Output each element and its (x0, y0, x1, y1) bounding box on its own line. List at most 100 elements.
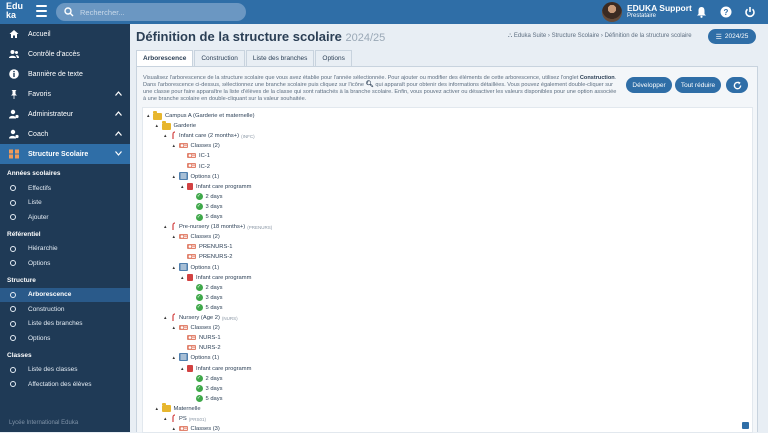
class-icon (187, 162, 196, 171)
power-icon[interactable] (744, 6, 756, 18)
year-select-button[interactable]: ☰ 2024/25 (708, 29, 756, 44)
tree-node[interactable]: ▴ Options (1) (173, 171, 219, 182)
group-referentiel: Référentiel (7, 230, 41, 238)
tree-node[interactable]: ✓ 5 days (190, 212, 223, 222)
tree-node-label: PS (179, 416, 187, 422)
tree-node[interactable]: ▴ Infant care programm (181, 364, 251, 374)
sidebar-link-liste-classes[interactable]: Liste des classes (0, 363, 130, 378)
tree-node-label: Infant care programm (196, 183, 252, 190)
sidebar-link-affectation[interactable]: Affectation des élèves (0, 377, 130, 392)
tab-construction[interactable]: Construction (194, 50, 245, 66)
intro-construction-link: Construction (579, 75, 615, 81)
sidebar-link-arborescence[interactable]: Arborescence (0, 287, 130, 302)
tree-node[interactable]: ▴ Campus A (Garderie et maternelle) (147, 110, 255, 121)
tree-node[interactable]: ▴ Classes (2) (173, 232, 220, 242)
tree-node-label: PRENURS-1 (199, 244, 233, 251)
sidebar-item-coach[interactable]: Coach (0, 124, 130, 144)
chevron-up-icon (115, 111, 122, 116)
tree-node[interactable]: ✓ 3 days (190, 384, 223, 394)
eduka-logo[interactable]: Edu ka (0, 0, 32, 24)
search-icon: 🔍︎ (365, 80, 374, 88)
svg-text:?: ? (724, 8, 729, 17)
tree-node[interactable]: ▴ PS (PRS01) (164, 414, 206, 424)
check-icon: ✓ (195, 213, 203, 221)
sidebar-item-label: Coach (28, 130, 49, 138)
tree-node[interactable]: IC-2 (181, 162, 210, 172)
help-icon[interactable]: ? (720, 6, 732, 18)
tree-node[interactable]: ▴ Infant care programm (181, 273, 251, 283)
branch-code: (PRENURS) (247, 224, 273, 230)
sidebar-link-options[interactable]: Options (0, 256, 130, 271)
list-icon: ☰ (715, 33, 722, 41)
tree-node[interactable]: ▴ Garderie (156, 120, 196, 131)
intro-part-1: Visualisez l'arborescence de la structur… (143, 75, 580, 81)
sidebar-item-structure-scolaire[interactable]: Structure Scolaire (0, 144, 130, 164)
logo-bottom: ka (6, 10, 17, 20)
expand-button[interactable]: Développer (626, 77, 672, 93)
folder-icon (153, 110, 162, 120)
tree-node[interactable]: ✓ 2 days (190, 283, 223, 293)
tree-node[interactable]: NURS-1 (181, 333, 221, 343)
sidebar-link-construction[interactable]: Construction (0, 302, 130, 317)
collapse-button[interactable]: Tout réduire (675, 77, 721, 93)
tree-node-label: 5 days (205, 214, 223, 220)
sidebar-link-effectifs[interactable]: Effectifs (0, 181, 130, 196)
sidebar-link-hierarchie[interactable]: Hiérarchie (0, 242, 130, 257)
avatar[interactable] (602, 2, 622, 22)
tree-node[interactable]: ✓ 3 days (190, 293, 223, 303)
tree-node[interactable]: IC-1 (181, 151, 210, 161)
menu-icon[interactable] (36, 5, 47, 17)
book-icon (187, 365, 193, 372)
check-icon: ✓ (195, 294, 203, 302)
branch-code: (NURS) (221, 315, 238, 321)
tree-node[interactable]: ▴ Nursery (Age 2) (NURS) (164, 313, 238, 323)
tree-node-label: NURS-2 (199, 345, 221, 352)
tree-node[interactable]: ▴ Pre-nursery (18 months+) (PRENURS) (164, 222, 272, 232)
sidebar-link-liste-branches[interactable]: Liste des branches (0, 317, 130, 332)
breadcrumb[interactable]: ⛬ Eduka Suite › Structure Scolaire › Déf… (508, 33, 692, 40)
chevron-up-icon (115, 131, 122, 136)
sidebar-item-banniere[interactable]: Bannière de texte (0, 64, 130, 84)
toggle-icon[interactable]: ▴ (156, 123, 162, 129)
bell-icon[interactable] (696, 6, 707, 18)
refresh-button[interactable] (726, 77, 748, 93)
tree-node[interactable]: ▴ Maternelle (156, 403, 201, 414)
tree-node-label: Nursery (Age 2) (179, 315, 220, 321)
tree-node[interactable]: ▴ Infant care (2 months+) (INFC) (164, 131, 255, 141)
sidebar-item-administrateur[interactable]: Administrateur (0, 104, 130, 124)
sidebar-item-controle-acces[interactable]: Contrôle d'accès (0, 44, 130, 64)
tree-scroll-icon[interactable] (742, 422, 749, 429)
tree-node[interactable]: PRENURS-2 (181, 252, 233, 262)
tree-node[interactable]: ▴ Options (1) (173, 353, 219, 363)
search-bar[interactable] (56, 3, 246, 21)
tree-node-label: IC-1 (199, 153, 210, 160)
search-input[interactable] (80, 5, 240, 19)
tree-node[interactable]: ▴ Infant care programm (181, 182, 251, 192)
branch-icon (170, 313, 176, 323)
tree-node[interactable]: ▴ Options (1) (173, 262, 219, 273)
tree-node[interactable]: PRENURS-1 (181, 242, 233, 252)
check-icon: ✓ (195, 375, 203, 383)
tab-options[interactable]: Options (315, 50, 352, 66)
tree-node[interactable]: ✓ 3 days (190, 202, 223, 212)
tree-node[interactable]: ✓ 5 days (190, 394, 223, 404)
sidebar-item-accueil[interactable]: Accueil (0, 24, 130, 44)
class-icon (187, 344, 196, 353)
tree-node-label: 5 days (205, 304, 223, 311)
sidebar-item-favoris[interactable]: Favoris (0, 84, 130, 104)
tree-node[interactable]: NURS-2 (181, 343, 221, 353)
tree-node[interactable]: ✓ 2 days (190, 374, 223, 384)
sidebar-item-label: Accueil (28, 30, 51, 38)
tree-node[interactable]: ✓ 2 days (190, 192, 223, 202)
tab-arborescence[interactable]: Arborescence (136, 50, 194, 66)
sidebar-link-ajouter[interactable]: Ajouter (0, 210, 130, 225)
tree-node[interactable]: ▴ Classes (2) (173, 141, 220, 151)
sidebar-link-structure-options[interactable]: Options (0, 331, 130, 346)
arborescence-panel: Visualisez l'arborescence de la structur… (136, 66, 758, 433)
user-name[interactable]: EDUKA Support (627, 3, 692, 13)
tree-node[interactable]: ▴ Classes (2) (173, 323, 220, 333)
tab-liste-branches[interactable]: Liste des branches (245, 50, 315, 66)
sidebar-link-liste[interactable]: Liste (0, 196, 130, 211)
toggle-icon[interactable]: ▴ (156, 406, 162, 412)
tree-node[interactable]: ✓ 5 days (190, 303, 223, 313)
